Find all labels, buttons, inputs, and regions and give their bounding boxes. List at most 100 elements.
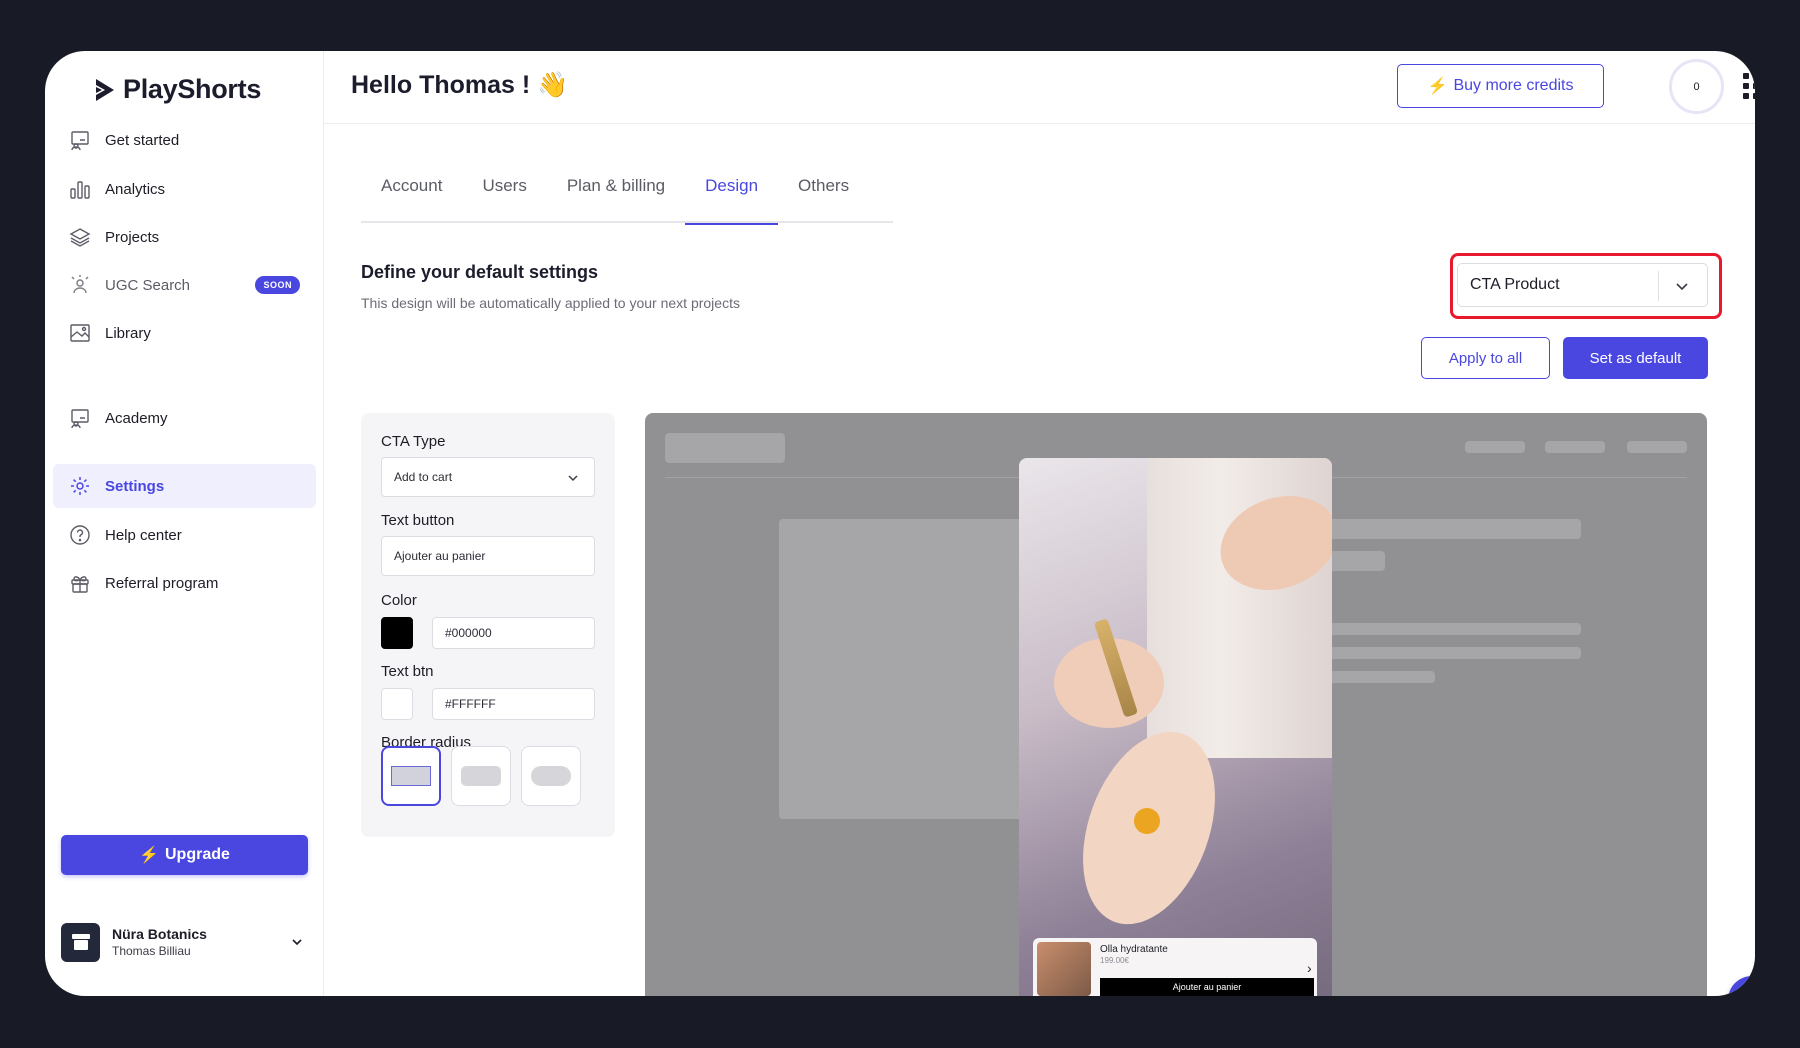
brand-name: PlayShorts: [123, 74, 262, 104]
sidebar-item-projects[interactable]: Projects: [53, 215, 316, 259]
placeholder-block: [1325, 671, 1435, 683]
sidebar: PlayShorts Get started Analytics Project…: [45, 51, 324, 996]
preset-select-value: CTA Product: [1470, 276, 1560, 293]
sidebar-item-settings[interactable]: Settings: [53, 464, 316, 508]
sidebar-item-label: Library: [105, 324, 151, 342]
tab-plan-billing[interactable]: Plan & billing: [547, 173, 685, 223]
chevron-down-icon: [292, 939, 302, 946]
design-preview: Olla hydratante 199.00€ Ajouter au panie…: [645, 413, 1707, 996]
text-btn-label: Text btn: [381, 663, 434, 680]
section-title: Define your default settings: [361, 262, 599, 282]
soon-badge: SOON: [255, 276, 300, 294]
placeholder-block: [1325, 623, 1581, 635]
bar-chart-icon: [70, 181, 90, 199]
sidebar-item-get-started[interactable]: Get started: [53, 118, 316, 162]
user-search-icon: [71, 275, 89, 294]
placeholder-block: [1325, 647, 1581, 659]
set-as-default-button[interactable]: Set as default: [1563, 337, 1708, 379]
chevron-down-icon: [1676, 283, 1688, 291]
radius-preview: [531, 766, 571, 786]
lightning-icon: ⚡: [139, 847, 159, 864]
radius-preview: [461, 766, 501, 786]
select-divider: [1658, 271, 1659, 301]
playshorts-logo-icon: [96, 78, 114, 101]
placeholder-block: [1465, 441, 1525, 453]
tab-design[interactable]: Design: [685, 173, 778, 225]
sidebar-item-label: Analytics: [105, 180, 166, 198]
store-avatar: [61, 922, 100, 962]
tab-account[interactable]: Account: [361, 173, 462, 223]
product-cta-button[interactable]: Ajouter au panier: [1100, 978, 1314, 996]
settings-tabs: Account Users Plan & billing Design Othe…: [361, 173, 893, 225]
sidebar-item-label: UGC Search: [105, 276, 191, 294]
placeholder-block: [1325, 519, 1581, 539]
account-switcher[interactable]: Nüra Botanics Thomas Billiau: [61, 921, 308, 963]
sidebar-item-library[interactable]: Library: [53, 311, 316, 355]
product-name: Olla hydratante: [1100, 944, 1168, 955]
account-name: Nüra Botanics: [112, 926, 207, 942]
sidebar-item-label: Get started: [105, 131, 180, 149]
color-hex-value: #000000: [445, 626, 492, 640]
buy-credits-button[interactable]: ⚡ Buy more credits: [1397, 64, 1604, 108]
chevron-down-icon: [568, 475, 578, 482]
chevron-right-icon[interactable]: ›: [1307, 960, 1312, 976]
cta-type-value: Add to cart: [394, 470, 453, 484]
gift-icon: [71, 576, 89, 593]
tab-others[interactable]: Others: [778, 173, 869, 223]
preset-select[interactable]: CTA Product: [1457, 263, 1708, 307]
text-button-label: Text button: [381, 512, 455, 529]
placeholder-block: [665, 433, 785, 463]
radius-preview: [391, 766, 431, 786]
text-button-input[interactable]: Ajouter au panier: [381, 536, 595, 576]
layers-icon: [69, 228, 91, 247]
upgrade-label: Upgrade: [165, 846, 230, 863]
text-btn-hex-value: #FFFFFF: [445, 697, 496, 711]
product-price: 199.00€: [1100, 956, 1129, 965]
chat-support-button[interactable]: [1728, 976, 1755, 996]
story-video-preview[interactable]: Olla hydratante 199.00€ Ajouter au panie…: [1019, 458, 1332, 996]
tab-users[interactable]: Users: [462, 173, 546, 223]
chat-icon: [1742, 992, 1755, 996]
text-btn-swatch[interactable]: [381, 688, 413, 720]
apply-to-all-button[interactable]: Apply to all: [1421, 337, 1550, 379]
text-btn-hex-input[interactable]: #FFFFFF: [432, 688, 595, 720]
sidebar-item-academy[interactable]: Academy: [53, 396, 316, 440]
text-button-value: Ajouter au panier: [394, 549, 486, 563]
presentation-icon: [71, 131, 89, 151]
lightning-icon: ⚡: [1427, 78, 1448, 95]
color-hex-input[interactable]: #000000: [432, 617, 595, 649]
app-window: PlayShorts Get started Analytics Project…: [45, 51, 1755, 996]
video-oil-drop: [1134, 808, 1160, 834]
sidebar-item-label: Academy: [105, 409, 168, 427]
section-subtitle: This design will be automatically applie…: [361, 295, 740, 311]
credits-indicator[interactable]: 0: [1669, 59, 1724, 114]
radius-option-square[interactable]: [381, 746, 441, 806]
product-thumbnail: [1037, 942, 1091, 996]
placeholder-block: [1325, 551, 1385, 571]
cta-type-select[interactable]: Add to cart: [381, 457, 595, 497]
cta-type-label: CTA Type: [381, 433, 446, 450]
radius-option-pill[interactable]: [521, 746, 581, 806]
sidebar-item-help-center[interactable]: Help center: [53, 513, 316, 557]
account-user: Thomas Billiau: [112, 944, 191, 958]
color-label: Color: [381, 592, 417, 609]
sidebar-item-label: Help center: [105, 526, 182, 544]
credits-count: 0: [1693, 80, 1700, 93]
placeholder-block: [1545, 441, 1605, 453]
gear-icon: [71, 477, 89, 495]
radius-option-rounded[interactable]: [451, 746, 511, 806]
top-bar: Hello Thomas ! 👋 ⚡ Buy more credits 0: [324, 51, 1755, 124]
sidebar-item-analytics[interactable]: Analytics: [53, 167, 316, 211]
apps-grid-icon[interactable]: [1743, 73, 1755, 99]
sidebar-item-referral-program[interactable]: Referral program: [53, 561, 316, 605]
placeholder-block: [1627, 441, 1687, 453]
presentation-icon: [71, 409, 89, 429]
brand-logo[interactable]: PlayShorts: [93, 74, 261, 105]
upgrade-button[interactable]: ⚡ Upgrade: [61, 835, 308, 875]
color-swatch[interactable]: [381, 617, 413, 649]
product-card[interactable]: Olla hydratante 199.00€ Ajouter au panie…: [1033, 938, 1317, 996]
sidebar-item-label: Projects: [105, 228, 160, 246]
image-icon: [70, 324, 90, 342]
sidebar-item-ugc-search[interactable]: UGC Search SOON: [53, 263, 316, 307]
store-icon: [71, 934, 90, 950]
